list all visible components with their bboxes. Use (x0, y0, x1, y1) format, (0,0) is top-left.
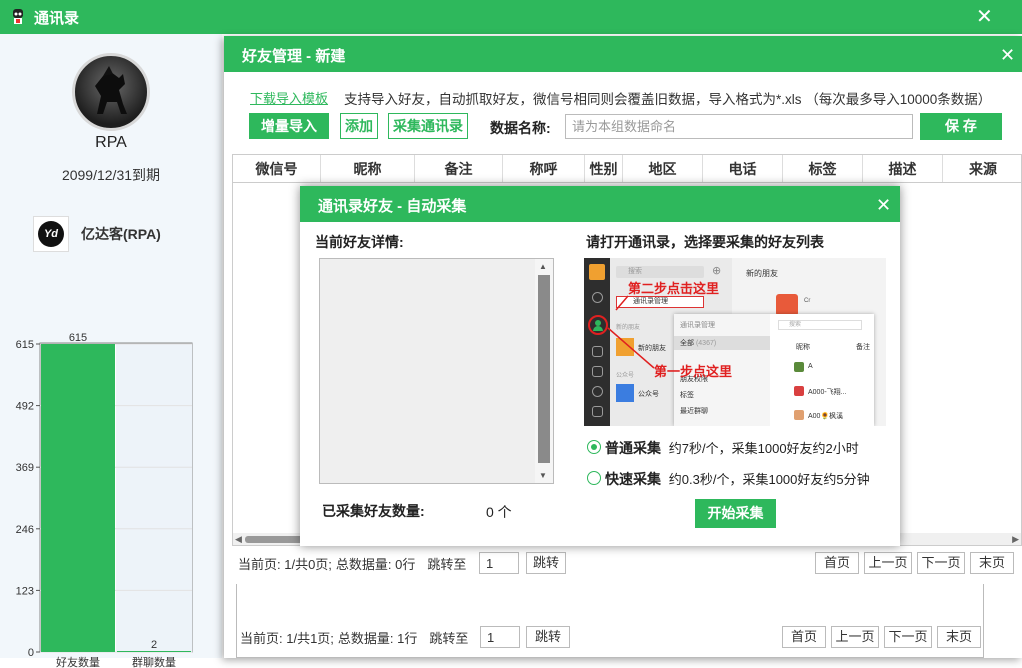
fast-mode-option[interactable]: 快速采集 约0.3秒/个，采集1000好友约5分钟 (605, 469, 870, 489)
col-title[interactable]: 称呼 (503, 155, 585, 182)
col-phone[interactable]: 电话 (703, 155, 783, 182)
back-pager-next-button[interactable]: 下一页 (884, 626, 932, 648)
normal-mode-radio[interactable] (587, 440, 601, 454)
friend-manager-pager: 当前页: 1/共0页; 总数据量: 0行 跳转至 (238, 554, 466, 573)
friend-manager-header: 好友管理 - 新建 ✕ (224, 36, 1022, 72)
back-pager: 当前页: 1/共1页; 总数据量: 1行 跳转至 (240, 628, 468, 647)
download-template-link[interactable]: 下载导入模板 (250, 88, 328, 107)
pager-last-button[interactable]: 末页 (970, 552, 1014, 574)
back-pager-first-button[interactable]: 首页 (782, 626, 826, 648)
fast-mode-desc: 约0.3秒/个，采集1000好友约5分钟 (668, 472, 870, 487)
col-source[interactable]: 来源 (943, 155, 1021, 182)
wechat-instruction-image: 搜索 ⊕ 通讯录管理 新的朋友 新的朋友 公众号 公众号 新的朋友 Cr 通讯录… (584, 258, 886, 426)
fast-mode-label: 快速采集 (605, 471, 661, 487)
back-pager-last-button[interactable]: 末页 (937, 626, 981, 648)
app-logo-icon (13, 9, 23, 24)
scroll-left-icon[interactable]: ◀ (235, 533, 242, 545)
detail-scroll-thumb[interactable] (538, 275, 550, 463)
data-name-label: 数据名称: (490, 120, 551, 136)
friend-manager-close-icon[interactable]: ✕ (1000, 45, 1015, 65)
instruction-text: 请打开通讯录，选择要采集的好友列表 (586, 234, 824, 250)
brand: Yd 亿达客(RPA) (33, 216, 161, 252)
data-name-input[interactable] (565, 114, 913, 139)
scroll-up-icon[interactable]: ▲ (539, 262, 547, 271)
auto-collect-header: 通讯录好友 - 自动采集 ✕ (300, 186, 900, 222)
scroll-right-icon[interactable]: ▶ (1012, 533, 1019, 545)
col-description[interactable]: 描述 (863, 155, 943, 182)
profile-panel: RPA 2099/12/31到期 Yd 亿达客(RPA) 0 123 246 369 4… (0, 34, 222, 668)
chart-bar (41, 344, 115, 652)
collected-count-label: 已采集好友数量: (322, 503, 425, 519)
auto-collect-close-icon[interactable]: ✕ (876, 195, 891, 215)
chart-data-label: 2 (151, 639, 157, 651)
chart-ytick-label: 492 (16, 401, 34, 413)
brand-logo: Yd (33, 216, 69, 252)
horse-avatar-icon (95, 66, 127, 114)
normal-mode-option[interactable]: 普通采集 约7秒/个，采集1000好友约2小时 (605, 438, 859, 458)
pager-first-button[interactable]: 首页 (815, 552, 859, 574)
stats-chart: 0 123 246 369 492 615 615 好友数量 2 群聊数量 (16, 332, 193, 668)
pager-total: 总数据量: 0行 (335, 557, 416, 572)
incremental-import-button[interactable]: 增量导入 (249, 113, 329, 139)
normal-mode-desc: 约7秒/个，采集1000好友约2小时 (668, 441, 859, 456)
chart-ytick-label: 615 (16, 339, 34, 351)
friend-manager-title: 好友管理 - 新建 (242, 48, 346, 65)
main-title-bar: 通讯录 ✕ (0, 0, 1022, 34)
import-info-text: 支持导入好友，自动抓取好友，微信号相同则会覆盖旧数据，导入格式为*.xls （每… (344, 92, 992, 107)
pager-page-input[interactable] (479, 552, 519, 574)
collected-count-value: 0 个 (486, 504, 512, 520)
chart-ytick-label: 0 (28, 647, 34, 659)
chart-data-label: 615 (69, 332, 87, 344)
normal-mode-label: 普通采集 (605, 440, 661, 456)
chart-ytick-label: 246 (16, 524, 34, 536)
back-pager-prev-button[interactable]: 上一页 (831, 626, 879, 648)
table-header: 微信号 昵称 备注 称呼 性别 地区 电话 标签 描述 来源 (233, 155, 1021, 183)
back-pager-total: 总数据量: 1行 (337, 631, 418, 646)
brand-logo-text: Yd (38, 221, 64, 247)
back-pager-current: 当前页: 1/共1页; (240, 631, 334, 646)
scroll-down-icon[interactable]: ▼ (539, 471, 547, 480)
col-region[interactable]: 地区 (623, 155, 703, 182)
back-pager-jump-label: 跳转至 (429, 631, 469, 646)
col-remark[interactable]: 备注 (415, 155, 503, 182)
add-button[interactable]: 添加 (340, 113, 378, 139)
save-button[interactable]: 保 存 (920, 113, 1002, 140)
current-detail-label: 当前好友详情: (315, 234, 404, 250)
chart-category-label: 群聊数量 (132, 655, 176, 668)
avatar (72, 53, 150, 131)
chart-ytick-label: 369 (16, 462, 34, 474)
back-pager-page-input[interactable] (480, 626, 520, 648)
chart-ytick-label: 123 (16, 585, 34, 597)
step2-annotation: 第二步点击这里 (628, 281, 720, 296)
main-close-icon[interactable]: ✕ (976, 7, 993, 27)
pager-jump-button[interactable]: 跳转 (526, 552, 566, 574)
pager-jump-label: 跳转至 (427, 557, 467, 572)
detail-vertical-scrollbar[interactable]: ▲ ▼ (535, 259, 553, 483)
collect-contacts-button[interactable]: 采集通讯录 (388, 113, 468, 139)
start-collect-button[interactable]: 开始采集 (695, 499, 776, 528)
chart-bar (117, 650, 191, 652)
step1-annotation: 第一步点这里 (654, 364, 733, 379)
fast-mode-radio[interactable] (587, 471, 601, 485)
profile-name: RPA (95, 134, 127, 151)
auto-collect-dialog: 通讯录好友 - 自动采集 ✕ 当前好友详情: ▲ ▼ 已采集好友数量: 0 个 … (300, 186, 900, 546)
col-tags[interactable]: 标签 (783, 155, 863, 182)
pager-next-button[interactable]: 下一页 (917, 552, 965, 574)
auto-collect-title: 通讯录好友 - 自动采集 (318, 198, 467, 215)
pager-current: 当前页: 1/共0页; (238, 557, 332, 572)
col-wechat-id[interactable]: 微信号 (233, 155, 321, 182)
brand-name: 亿达客(RPA) (81, 226, 161, 242)
chart-slot-bg (116, 344, 192, 652)
main-window-title: 通讯录 (34, 9, 80, 27)
col-gender[interactable]: 性别 (585, 155, 623, 182)
col-nickname[interactable]: 昵称 (321, 155, 415, 182)
chart-category-label: 好友数量 (56, 655, 100, 668)
pager-prev-button[interactable]: 上一页 (864, 552, 912, 574)
friend-detail-box: ▲ ▼ (319, 258, 554, 484)
back-pager-jump-button[interactable]: 跳转 (526, 626, 570, 648)
expiry-date: 2099/12/31到期 (61, 167, 161, 183)
